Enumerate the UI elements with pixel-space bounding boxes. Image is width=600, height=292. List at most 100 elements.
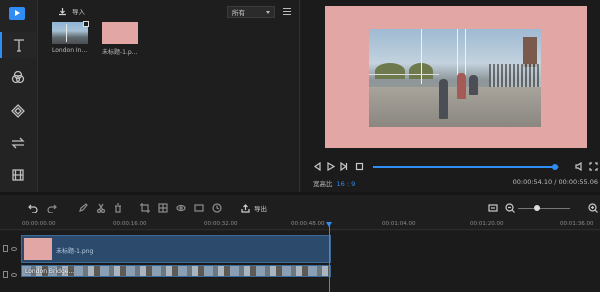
timeline-ruler[interactable]: 00:00:00.00 00:00:16.00 00:00:32.00 00:0… (0, 218, 600, 230)
image-thumbnail (102, 22, 138, 44)
edit-button[interactable] (78, 203, 88, 215)
crop-icon (140, 203, 150, 213)
text-icon (14, 39, 24, 52)
redo-icon (47, 204, 57, 214)
split-button[interactable] (96, 203, 106, 215)
prev-frame-button[interactable] (313, 161, 322, 173)
export-icon (241, 203, 250, 213)
timeline-tracks: 未标题-1.png London Bridge... (0, 231, 600, 292)
overlay-icon (11, 104, 25, 118)
app-logo-icon (9, 7, 25, 20)
stop-icon (355, 162, 364, 171)
overlay-tool[interactable] (0, 98, 36, 124)
duration-button[interactable] (212, 203, 222, 215)
eye-icon[interactable] (11, 273, 17, 277)
chevron-down-icon (266, 10, 270, 14)
track-header-image (0, 235, 20, 263)
eye-icon (176, 204, 186, 212)
progress-knob[interactable] (552, 164, 559, 170)
bridge-cable (465, 29, 466, 77)
media-item-image[interactable]: 未标题-1.p... (102, 22, 142, 56)
next-frame-button[interactable] (339, 161, 348, 173)
track-header-video (0, 261, 20, 289)
redo-button[interactable] (47, 203, 57, 215)
media-item-name: 未标题-1.p... (102, 49, 138, 56)
zoom-in-icon (588, 203, 598, 213)
mosaic-icon (158, 203, 168, 213)
transition-icon (11, 137, 25, 149)
zoom-out-button[interactable] (505, 203, 515, 215)
video-editor-app: 导入 所有 London In... 未标题-1.p... 宽高比 16: 9… (0, 0, 600, 292)
scissors-icon (96, 203, 106, 214)
person-shape (439, 79, 448, 119)
preview-photo (369, 29, 541, 127)
step-back-icon (313, 161, 321, 172)
playhead[interactable] (326, 222, 332, 292)
ruler-tick-label: 00:01:36.00 (560, 221, 594, 227)
preview-panel: 宽高比 16 : 9 00:00:54.10 / 00:00:55.06 (301, 0, 600, 192)
media-filter-select[interactable]: 所有 (227, 6, 275, 18)
image-clip[interactable]: 未标题-1.png (21, 235, 331, 263)
film-icon (12, 169, 24, 181)
list-menu-icon[interactable] (283, 8, 291, 15)
tool-rail (0, 0, 38, 192)
undo-icon (28, 204, 38, 214)
video-clip[interactable]: London Bridge... (21, 265, 331, 277)
fullscreen-button[interactable] (589, 162, 598, 173)
ruler-tick-label: 00:01:04.00 (382, 221, 416, 227)
fit-icon (488, 204, 498, 212)
green-screen-button[interactable] (194, 203, 204, 215)
ruler-tick-label: 00:00:32.00 (204, 221, 238, 227)
select-checkbox-icon[interactable] (83, 21, 89, 27)
text-tool[interactable] (0, 32, 36, 58)
crop-button[interactable] (140, 203, 150, 215)
eye-icon[interactable] (11, 247, 17, 251)
filters-icon (11, 70, 25, 84)
filter-value: 所有 (232, 9, 245, 17)
export-button[interactable]: 导出 (241, 203, 267, 213)
lock-icon[interactable] (3, 271, 8, 278)
ruler-tick-label: 00:00:16.00 (113, 221, 147, 227)
stop-button[interactable] (355, 162, 364, 173)
media-item-name: London In... (52, 47, 88, 54)
building-shape (523, 37, 537, 67)
image-clip-thumbnail (24, 238, 52, 260)
filter-tool[interactable] (0, 64, 36, 90)
person-shape (457, 73, 466, 99)
aspect-ratio-selector[interactable]: 宽高比 16 : 9 (313, 178, 355, 188)
screen-icon (194, 204, 204, 212)
lock-icon[interactable] (3, 245, 8, 252)
zoom-in-button[interactable] (588, 203, 598, 215)
ruler-tick-label: 00:00:48.00 (291, 221, 325, 227)
undo-button[interactable] (28, 203, 38, 215)
video-clip-name: London Bridge... (25, 268, 75, 275)
media-item-video[interactable]: London In... (52, 21, 92, 54)
delete-button[interactable] (113, 203, 123, 215)
play-icon (327, 161, 336, 172)
zoom-slider[interactable] (518, 208, 570, 209)
video-thumbnail (52, 21, 89, 44)
clock-icon (212, 203, 222, 213)
timeline-toolbar: 导出 (0, 198, 600, 218)
panel-divider[interactable] (0, 192, 600, 195)
timecode-display: 00:00:54.10 / 00:00:55.06 (512, 178, 598, 186)
media-library: 导入 所有 London In... 未标题-1.p... (38, 0, 300, 192)
import-button[interactable]: 导入 (58, 5, 85, 17)
fullscreen-icon (589, 162, 598, 171)
person-shape (469, 75, 478, 95)
zoom-slider-knob[interactable] (534, 205, 540, 211)
element-tool[interactable] (0, 162, 36, 188)
transition-tool[interactable] (0, 130, 36, 156)
fit-timeline-button[interactable] (488, 203, 498, 215)
ruler-tick-label: 00:01:20.00 (470, 221, 504, 227)
volume-icon (575, 161, 582, 172)
step-forward-icon (340, 161, 348, 172)
mosaic-button[interactable] (158, 203, 168, 215)
export-label: 导出 (254, 205, 267, 213)
freeze-frame-button[interactable] (176, 203, 186, 215)
volume-button[interactable] (575, 161, 584, 173)
preview-canvas (325, 6, 587, 148)
play-button[interactable] (326, 161, 336, 173)
playback-progress-slider[interactable] (373, 164, 559, 170)
import-label: 导入 (72, 8, 85, 16)
